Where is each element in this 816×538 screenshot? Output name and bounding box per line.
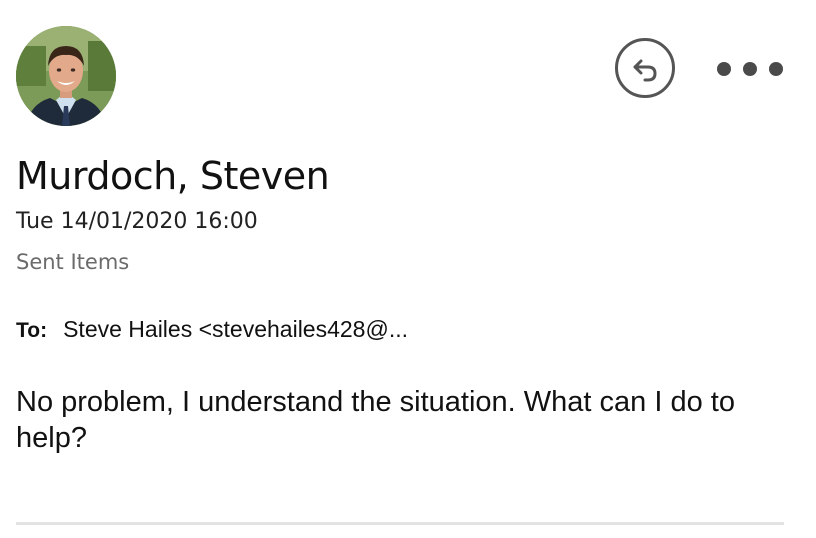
more-options-icon — [717, 62, 731, 76]
divider — [16, 522, 784, 525]
recipient-value[interactable]: Steve Hailes <stevehailes428@... — [63, 316, 408, 343]
sender-name: Murdoch, Steven — [16, 154, 330, 198]
message-body: No problem, I understand the situation. … — [16, 386, 735, 454]
more-options-icon — [769, 62, 783, 76]
more-options-icon — [743, 62, 757, 76]
reply-button[interactable] — [615, 38, 675, 98]
avatar-photo — [16, 26, 116, 126]
to-label: To: — [16, 319, 48, 342]
message-date: Tue 14/01/2020 16:00 — [16, 209, 258, 234]
reply-icon — [633, 59, 657, 82]
recipient-row: To: Steve Hailes <stevehailes428@... — [16, 316, 408, 343]
message-folder[interactable]: Sent Items — [16, 250, 129, 274]
sender-avatar[interactable] — [16, 26, 116, 126]
more-options-button[interactable] — [717, 52, 783, 86]
